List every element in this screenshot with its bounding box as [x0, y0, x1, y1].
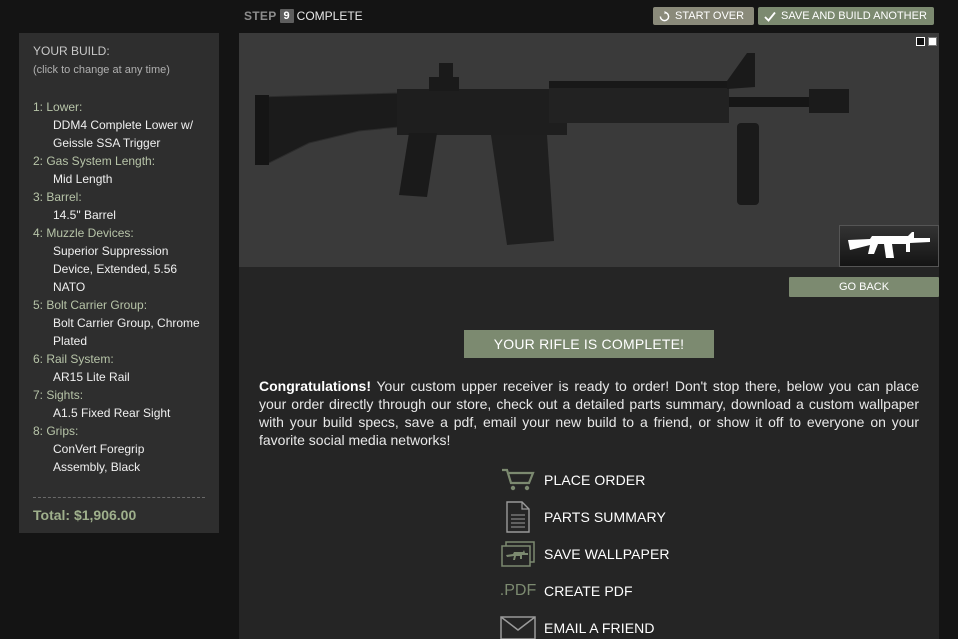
email-a-friend-label: EMAIL A FRIEND: [544, 619, 655, 636]
rifle-thumbnail-icon: [848, 232, 930, 258]
create-pdf-button[interactable]: .PDF CREATE PDF: [496, 572, 670, 609]
build-part-value[interactable]: DDM4 Complete Lower w/: [33, 116, 205, 134]
cart-icon: [496, 468, 540, 492]
build-part-value[interactable]: ConVert Foregrip: [33, 440, 205, 458]
start-over-label: START OVER: [675, 10, 745, 22]
build-part-label: 3: Barrel:: [33, 190, 82, 204]
checkmark-icon: [764, 11, 776, 22]
parts-summary-button[interactable]: PARTS SUMMARY: [496, 498, 670, 535]
place-order-button[interactable]: PLACE ORDER: [496, 461, 670, 498]
build-part-label: 4: Muzzle Devices:: [33, 226, 134, 240]
build-part-label: 7: Sights:: [33, 388, 84, 402]
build-part-value[interactable]: Superior Suppression: [33, 242, 205, 260]
place-order-label: PLACE ORDER: [544, 471, 646, 488]
pdf-icon: .PDF: [496, 582, 540, 600]
build-part-value[interactable]: Assembly, Black: [33, 458, 205, 476]
save-wallpaper-button[interactable]: SAVE WALLPAPER: [496, 535, 670, 572]
build-total: Total: $1,906.00: [33, 507, 137, 523]
build-part-label: 1: Lower:: [33, 100, 83, 114]
step-number: 9: [279, 9, 294, 23]
build-part-value[interactable]: AR15 Lite Rail: [33, 368, 205, 386]
document-icon: [496, 500, 540, 533]
build-part-value[interactable]: Plated: [33, 332, 205, 350]
build-part-label: 6: Rail System:: [33, 352, 114, 366]
build-part-label: 8: Grips:: [33, 424, 79, 438]
build-part-value[interactable]: NATO: [33, 278, 205, 296]
view-dot-2[interactable]: [928, 37, 937, 46]
complete-banner: YOUR RIFLE IS COMPLETE!: [464, 330, 714, 358]
build-part-value[interactable]: Mid Length: [33, 170, 205, 188]
step-label: STEP: [244, 9, 277, 23]
build-part-label: 5: Bolt Carrier Group:: [33, 298, 148, 312]
build-part-value[interactable]: Bolt Carrier Group, Chrome: [33, 314, 205, 332]
pdf-icon-text: .PDF: [499, 581, 537, 599]
congratulations-message: Congratulations! Your custom upper recei…: [259, 377, 919, 449]
rifle-viewer: [239, 33, 939, 267]
rifle-image: [255, 53, 849, 245]
sidebar-title: YOUR BUILD:: [33, 44, 110, 58]
build-parts-list: 1: Lower: DDM4 Complete Lower w/Geissle S…: [33, 98, 205, 476]
view-dot-1[interactable]: [916, 37, 925, 46]
parts-summary-label: PARTS SUMMARY: [544, 508, 666, 525]
wallpaper-icon: [496, 540, 540, 567]
main-panel: GO BACK YOUR RIFLE IS COMPLETE! Congratu…: [239, 33, 939, 639]
action-list: PLACE ORDER PARTS SUMMARY SAVE WALLPAPER…: [496, 461, 670, 639]
rifle-thumbnail[interactable]: [839, 225, 939, 267]
build-sidebar: YOUR BUILD: (click to change at any time…: [19, 33, 219, 533]
email-a-friend-button[interactable]: EMAIL A FRIEND: [496, 609, 670, 639]
save-wallpaper-label: SAVE WALLPAPER: [544, 545, 670, 562]
build-part-value[interactable]: A1.5 Fixed Rear Sight: [33, 404, 205, 422]
go-back-button[interactable]: GO BACK: [789, 277, 939, 297]
refresh-icon: [659, 10, 670, 21]
sidebar-subtitle: (click to change at any time): [33, 64, 170, 76]
save-and-build-another-label: SAVE AND BUILD ANOTHER: [781, 10, 927, 22]
save-and-build-another-button[interactable]: SAVE AND BUILD ANOTHER: [758, 7, 934, 25]
create-pdf-label: CREATE PDF: [544, 582, 633, 599]
start-over-button[interactable]: START OVER: [653, 7, 754, 25]
build-part-value[interactable]: 14.5" Barrel: [33, 206, 205, 224]
sidebar-divider: [33, 497, 205, 498]
congratulations-lead: Congratulations!: [259, 378, 371, 394]
build-part-value[interactable]: Geissle SSA Trigger: [33, 134, 205, 152]
envelope-icon: [496, 615, 540, 639]
view-selector: [916, 37, 937, 46]
build-part-label: 2: Gas System Length:: [33, 154, 156, 168]
step-indicator: STEP 9 COMPLETE: [244, 8, 363, 24]
step-status: COMPLETE: [296, 9, 363, 23]
build-part-value[interactable]: Device, Extended, 5.56: [33, 260, 205, 278]
